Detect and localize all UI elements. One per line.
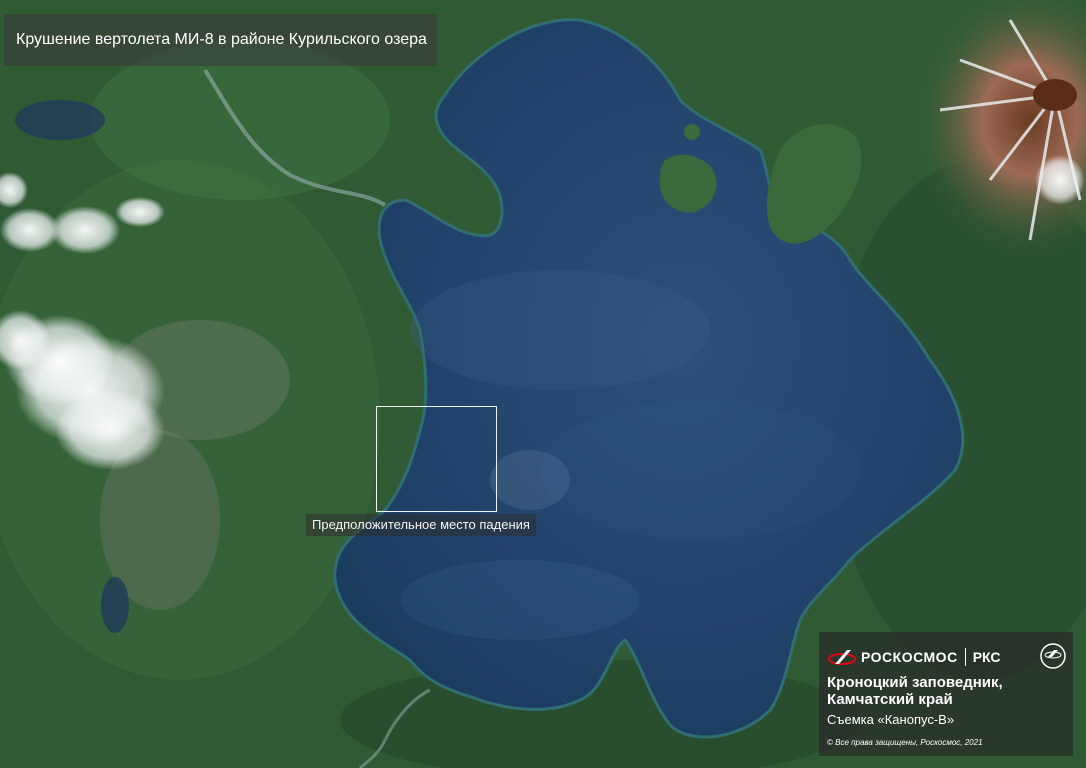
island bbox=[684, 124, 700, 140]
crash-site-label: Предположительное место падения bbox=[306, 514, 536, 536]
brand-roscosmos: РОСКОСМОС bbox=[861, 649, 958, 665]
brand-logos: РОСКОСМОС РКС bbox=[827, 644, 1001, 670]
lake-shimmer bbox=[540, 400, 860, 540]
satellite-image: Крушение вертолета МИ-8 в районе Курильс… bbox=[0, 0, 1086, 768]
cloud bbox=[50, 206, 120, 254]
emblem-icon bbox=[1040, 643, 1066, 669]
image-title: Крушение вертолета МИ-8 в районе Курильс… bbox=[4, 14, 437, 66]
satellite-capture: Съемка «Канопус-В» bbox=[827, 712, 955, 727]
lake-shimmer bbox=[400, 560, 640, 640]
small-lake bbox=[15, 100, 105, 140]
volcano-crater bbox=[1033, 79, 1077, 111]
cloud bbox=[55, 390, 165, 470]
brand-rks: РКС bbox=[972, 649, 1001, 665]
crash-site-marker bbox=[376, 406, 497, 512]
roscosmos-logo-icon bbox=[828, 650, 856, 665]
cloud bbox=[115, 197, 165, 227]
small-lake bbox=[101, 577, 129, 633]
location-text: Кроноцкий заповедник, Камчатский край bbox=[827, 674, 1003, 708]
info-panel: РОСКОСМОС РКС Кроноцкий заповедник, Камч… bbox=[819, 632, 1073, 756]
location-line-1: Кроноцкий заповедник, bbox=[827, 674, 1003, 691]
cloud bbox=[1035, 155, 1085, 205]
brand-divider bbox=[964, 648, 966, 666]
lake-shimmer bbox=[410, 270, 710, 390]
location-line-2: Камчатский край bbox=[827, 691, 953, 708]
cloud bbox=[0, 208, 60, 252]
lake-shimmer bbox=[490, 450, 570, 510]
copyright: © Все права защищены, Роскосмос, 2021 bbox=[827, 738, 983, 747]
